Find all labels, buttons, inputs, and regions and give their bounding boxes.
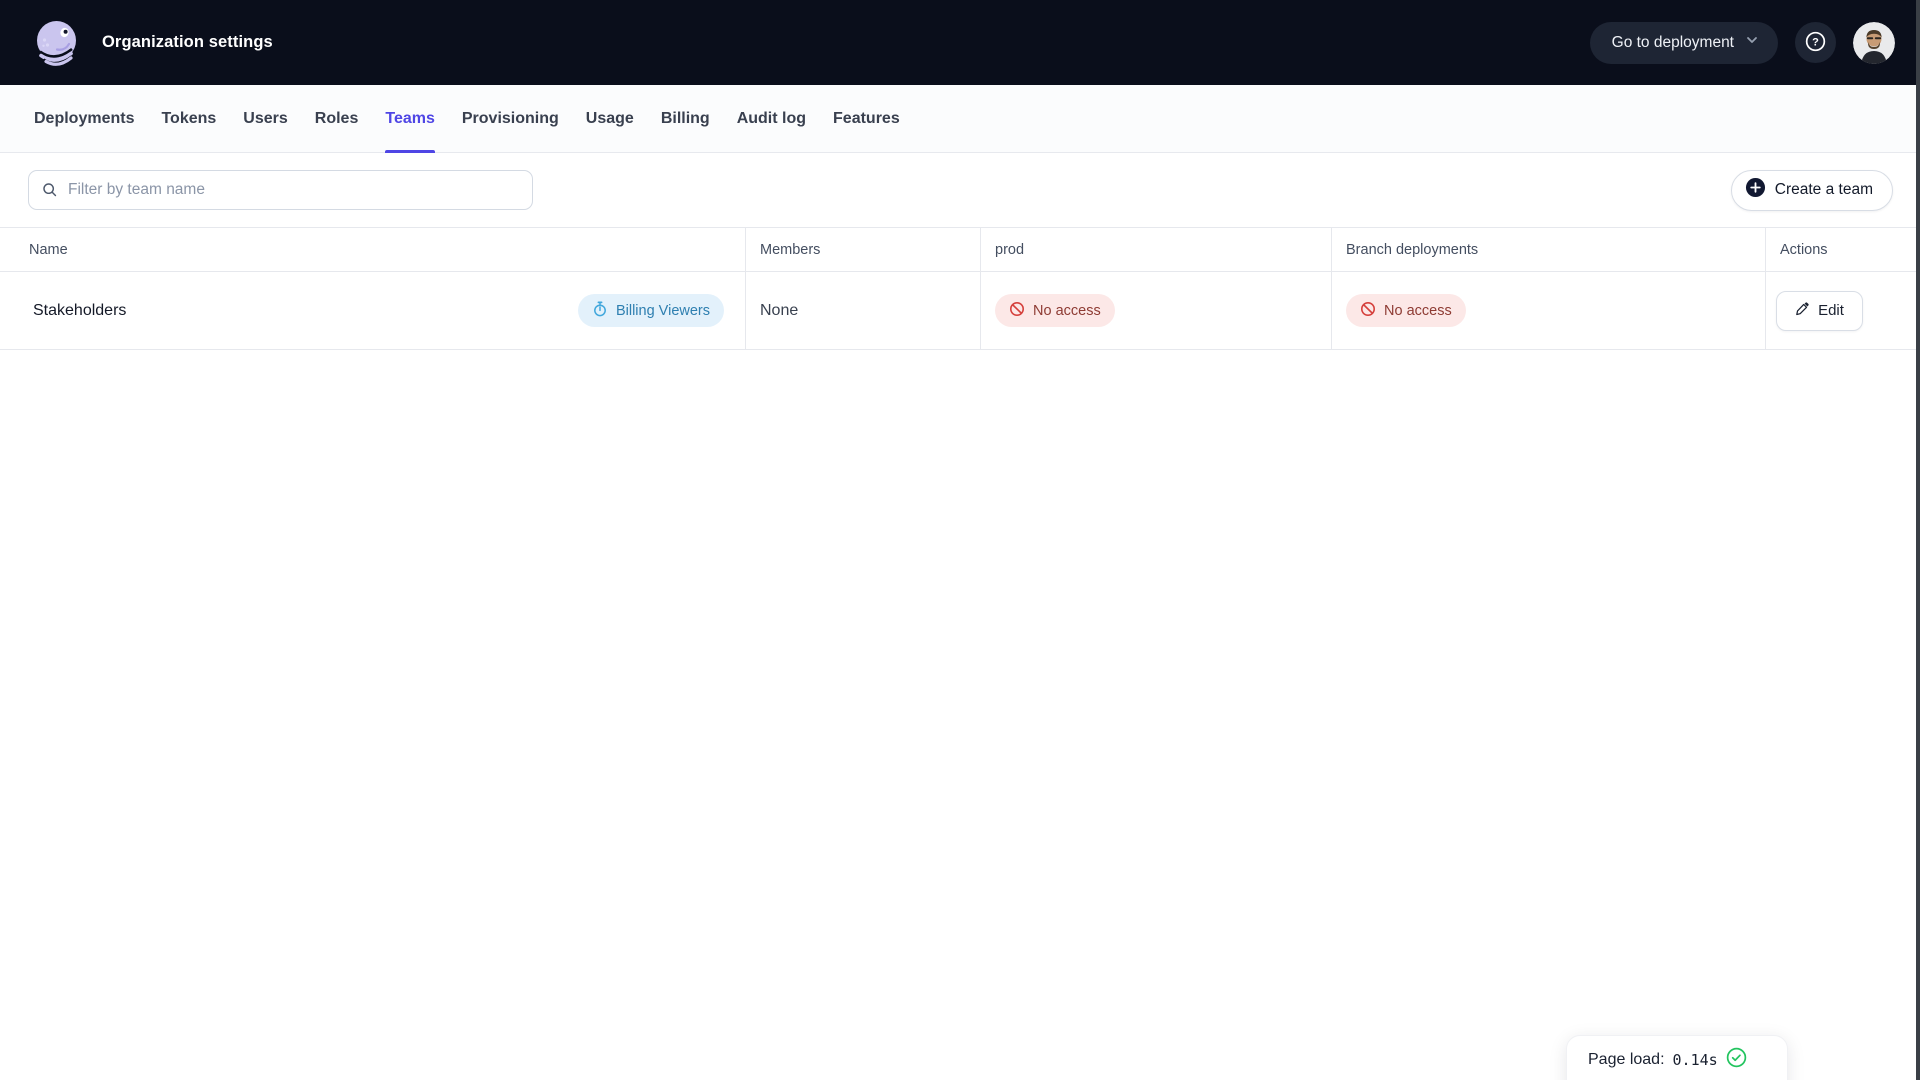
page-load-widget: Page load: 0.14s [1566, 1035, 1788, 1080]
no-access-badge-branch: No access [1346, 294, 1466, 327]
column-header-members: Members [745, 228, 980, 271]
members-value: None [760, 301, 799, 319]
pencil-icon [1795, 301, 1810, 320]
create-team-button[interactable]: Create a team [1730, 169, 1893, 211]
column-header-name: Name [29, 241, 68, 258]
stopwatch-icon [592, 301, 608, 321]
table-row: Stakeholders Billing Viewers None No acc… [0, 272, 1920, 350]
page-load-content: Page load: 0.14s [1588, 1047, 1747, 1073]
tab-usage[interactable]: Usage [586, 85, 634, 152]
tab-features[interactable]: Features [833, 85, 900, 152]
chevron-down-icon [1744, 32, 1760, 53]
ban-icon [1009, 301, 1025, 321]
search-icon [43, 183, 57, 197]
page-title: Organization settings [102, 33, 273, 51]
cell-prod-access: No access [980, 272, 1331, 349]
top-header: Organization settings Go to deployment ? [0, 0, 1920, 85]
cell-name: Stakeholders Billing Viewers [0, 272, 745, 349]
column-header-actions: Actions [1765, 228, 1920, 271]
team-name: Stakeholders [33, 301, 127, 319]
help-button[interactable]: ? [1795, 22, 1836, 63]
tab-bar: Deployments Tokens Users Roles Teams Provisio… [0, 85, 1920, 153]
edit-team-button[interactable]: Edit [1776, 290, 1863, 331]
question-circle-icon: ? [1804, 30, 1827, 56]
filter-by-team-input[interactable] [28, 170, 533, 210]
ban-icon [1360, 301, 1376, 321]
user-avatar[interactable] [1853, 21, 1895, 64]
cell-branch-access: No access [1331, 272, 1765, 349]
page-load-label: Page load: [1588, 1051, 1665, 1068]
badge-label: Billing Viewers [615, 302, 710, 319]
svg-text:?: ? [1812, 36, 1819, 48]
go-to-deployment-button[interactable]: Go to deployment [1589, 21, 1778, 64]
scrollbar[interactable] [1916, 0, 1920, 1080]
tab-users[interactable]: Users [243, 85, 287, 152]
billing-viewers-badge: Billing Viewers [577, 294, 724, 327]
no-access-badge-prod: No access [995, 294, 1115, 327]
badge-label: No access [1384, 302, 1452, 319]
cell-actions: Edit [1765, 272, 1920, 349]
tab-roles[interactable]: Roles [315, 85, 359, 152]
page-load-value: 0.14s [1672, 1051, 1718, 1069]
column-header-prod: prod [980, 228, 1331, 271]
create-team-label: Create a team [1774, 181, 1873, 198]
tab-tokens[interactable]: Tokens [161, 85, 216, 152]
check-circle-icon [1726, 1047, 1747, 1073]
organization-settings-page: Organization settings Go to deployment ? [0, 0, 1920, 1080]
tab-billing[interactable]: Billing [661, 85, 710, 152]
tab-audit-log[interactable]: Audit log [737, 85, 806, 152]
organization-logo-icon [33, 19, 81, 67]
plus-circle-icon [1745, 177, 1766, 203]
cell-members: None [745, 272, 980, 349]
column-header-branch-deployments: Branch deployments [1331, 228, 1765, 271]
edit-label: Edit [1818, 302, 1844, 319]
teams-table: Name Members prod Branch deployments Actions… [0, 227, 1920, 350]
filter-field-wrap [28, 170, 533, 210]
badge-label: No access [1033, 302, 1101, 319]
header-actions: Go to deployment ? [1589, 21, 1895, 64]
teams-toolbar: Create a team [0, 153, 1920, 227]
table-header-row: Name Members prod Branch deployments Actions [0, 227, 1920, 272]
tab-deployments[interactable]: Deployments [34, 85, 134, 152]
tab-provisioning[interactable]: Provisioning [462, 85, 559, 152]
go-to-deployment-label: Go to deployment [1611, 33, 1734, 51]
tab-teams[interactable]: Teams [385, 85, 435, 153]
